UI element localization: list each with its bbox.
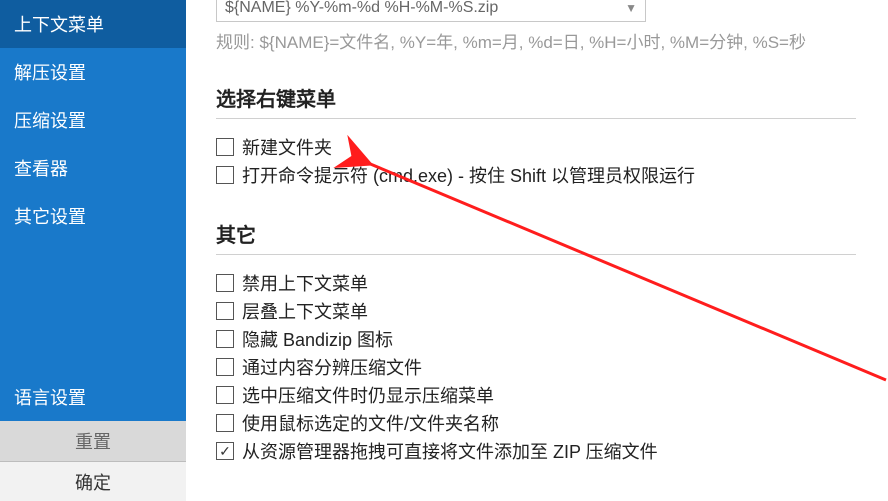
other-list: 禁用上下文菜单层叠上下文菜单隐藏 Bandizip 图标通过内容分辨压缩文件选中… xyxy=(216,269,888,465)
ok-button[interactable]: 确定 xyxy=(0,461,186,501)
cb-hide-icon-row: 隐藏 Bandizip 图标 xyxy=(216,325,888,353)
cb-show-menu[interactable] xyxy=(216,386,234,404)
cb-show-menu-label: 选中压缩文件时仍显示压缩菜单 xyxy=(242,382,494,408)
cb-drag-zip[interactable] xyxy=(216,442,234,460)
divider xyxy=(216,254,856,255)
cb-show-menu-row: 选中压缩文件时仍显示压缩菜单 xyxy=(216,381,888,409)
cb-cascade-ctx-label: 层叠上下文菜单 xyxy=(242,298,368,324)
cb-detect-content-row: 通过内容分辨压缩文件 xyxy=(216,353,888,381)
cb-open-cmd-label: 打开命令提示符 (cmd.exe) - 按住 Shift 以管理员权限运行 xyxy=(242,162,695,188)
cb-detect-content-label: 通过内容分辨压缩文件 xyxy=(242,354,422,380)
right-click-list: 新建文件夹打开命令提示符 (cmd.exe) - 按住 Shift 以管理员权限… xyxy=(216,133,888,189)
sidebar-item-context-menu[interactable]: 上下文菜单 xyxy=(0,0,186,48)
section-title-other: 其它 xyxy=(216,219,888,248)
sidebar: 上下文菜单 解压设置 压缩设置 查看器 其它设置 语言设置 重置 确定 xyxy=(0,0,186,501)
cb-cascade-ctx[interactable] xyxy=(216,302,234,320)
sidebar-item-compress[interactable]: 压缩设置 xyxy=(0,96,186,144)
sidebar-item-other[interactable]: 其它设置 xyxy=(0,192,186,240)
sidebar-item-language[interactable]: 语言设置 xyxy=(0,373,186,421)
cb-new-folder[interactable] xyxy=(216,138,234,156)
cb-cascade-ctx-row: 层叠上下文菜单 xyxy=(216,297,888,325)
chevron-down-icon: ▼ xyxy=(625,1,637,15)
cb-hide-icon-label: 隐藏 Bandizip 图标 xyxy=(242,326,393,352)
cb-mouse-name[interactable] xyxy=(216,414,234,432)
section-title-right-click: 选择右键菜单 xyxy=(216,83,888,112)
cb-open-cmd-row: 打开命令提示符 (cmd.exe) - 按住 Shift 以管理员权限运行 xyxy=(216,161,888,189)
divider xyxy=(216,118,856,119)
sidebar-item-viewer[interactable]: 查看器 xyxy=(0,144,186,192)
main-panel: ${NAME} %Y-%m-%d %H-%M-%S.zip ▼ 规则: ${NA… xyxy=(186,0,888,501)
filename-format-select[interactable]: ${NAME} %Y-%m-%d %H-%M-%S.zip ▼ xyxy=(216,0,646,22)
cb-disable-ctx-label: 禁用上下文菜单 xyxy=(242,270,368,296)
format-rule-text: 规则: ${NAME}=文件名, %Y=年, %m=月, %d=日, %H=小时… xyxy=(216,28,888,53)
sidebar-item-extract[interactable]: 解压设置 xyxy=(0,48,186,96)
cb-disable-ctx[interactable] xyxy=(216,274,234,292)
cb-disable-ctx-row: 禁用上下文菜单 xyxy=(216,269,888,297)
cb-drag-zip-row: 从资源管理器拖拽可直接将文件添加至 ZIP 压缩文件 xyxy=(216,437,888,465)
cb-new-folder-row: 新建文件夹 xyxy=(216,133,888,161)
cb-drag-zip-label: 从资源管理器拖拽可直接将文件添加至 ZIP 压缩文件 xyxy=(242,438,658,464)
reset-button[interactable]: 重置 xyxy=(0,421,186,461)
cb-hide-icon[interactable] xyxy=(216,330,234,348)
cb-mouse-name-label: 使用鼠标选定的文件/文件夹名称 xyxy=(242,410,499,436)
filename-format-value: ${NAME} %Y-%m-%d %H-%M-%S.zip xyxy=(225,0,498,17)
cb-open-cmd[interactable] xyxy=(216,166,234,184)
cb-detect-content[interactable] xyxy=(216,358,234,376)
cb-new-folder-label: 新建文件夹 xyxy=(242,134,332,160)
cb-mouse-name-row: 使用鼠标选定的文件/文件夹名称 xyxy=(216,409,888,437)
